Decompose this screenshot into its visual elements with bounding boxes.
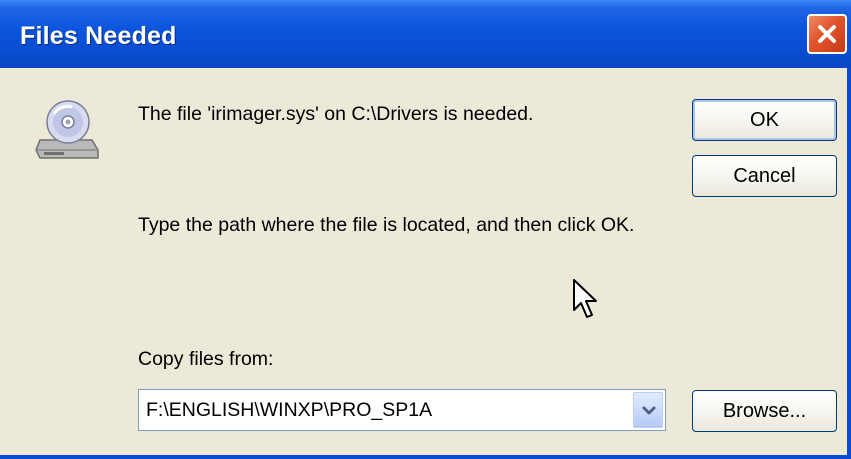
message-file-needed: The file 'irimager.sys' on C:\Drivers is…	[138, 103, 534, 125]
dialog-title: Files Needed	[20, 22, 177, 50]
window-border-right	[847, 68, 851, 459]
copy-files-from-label: Copy files from:	[138, 348, 274, 370]
message-instructions: Type the path where the file is located,…	[138, 214, 635, 236]
close-button[interactable]	[807, 14, 847, 54]
close-icon	[818, 25, 836, 43]
browse-button[interactable]: Browse...	[692, 390, 837, 432]
cd-drive-icon	[32, 96, 104, 168]
ok-button[interactable]: OK	[692, 99, 837, 141]
files-needed-dialog: Files Needed The file 'irimager.sys' on …	[0, 0, 851, 459]
mouse-pointer-icon	[573, 279, 597, 318]
title-bar[interactable]: Files Needed	[0, 0, 851, 68]
chevron-down-icon	[642, 406, 656, 415]
copy-files-from-value[interactable]: F:\ENGLISH\WINXP\PRO_SP1A	[146, 399, 432, 422]
cancel-button[interactable]: Cancel	[692, 155, 837, 197]
copy-files-from-combobox[interactable]: F:\ENGLISH\WINXP\PRO_SP1A	[138, 389, 666, 431]
dropdown-button[interactable]	[633, 392, 663, 428]
window-border-bottom	[0, 455, 851, 459]
